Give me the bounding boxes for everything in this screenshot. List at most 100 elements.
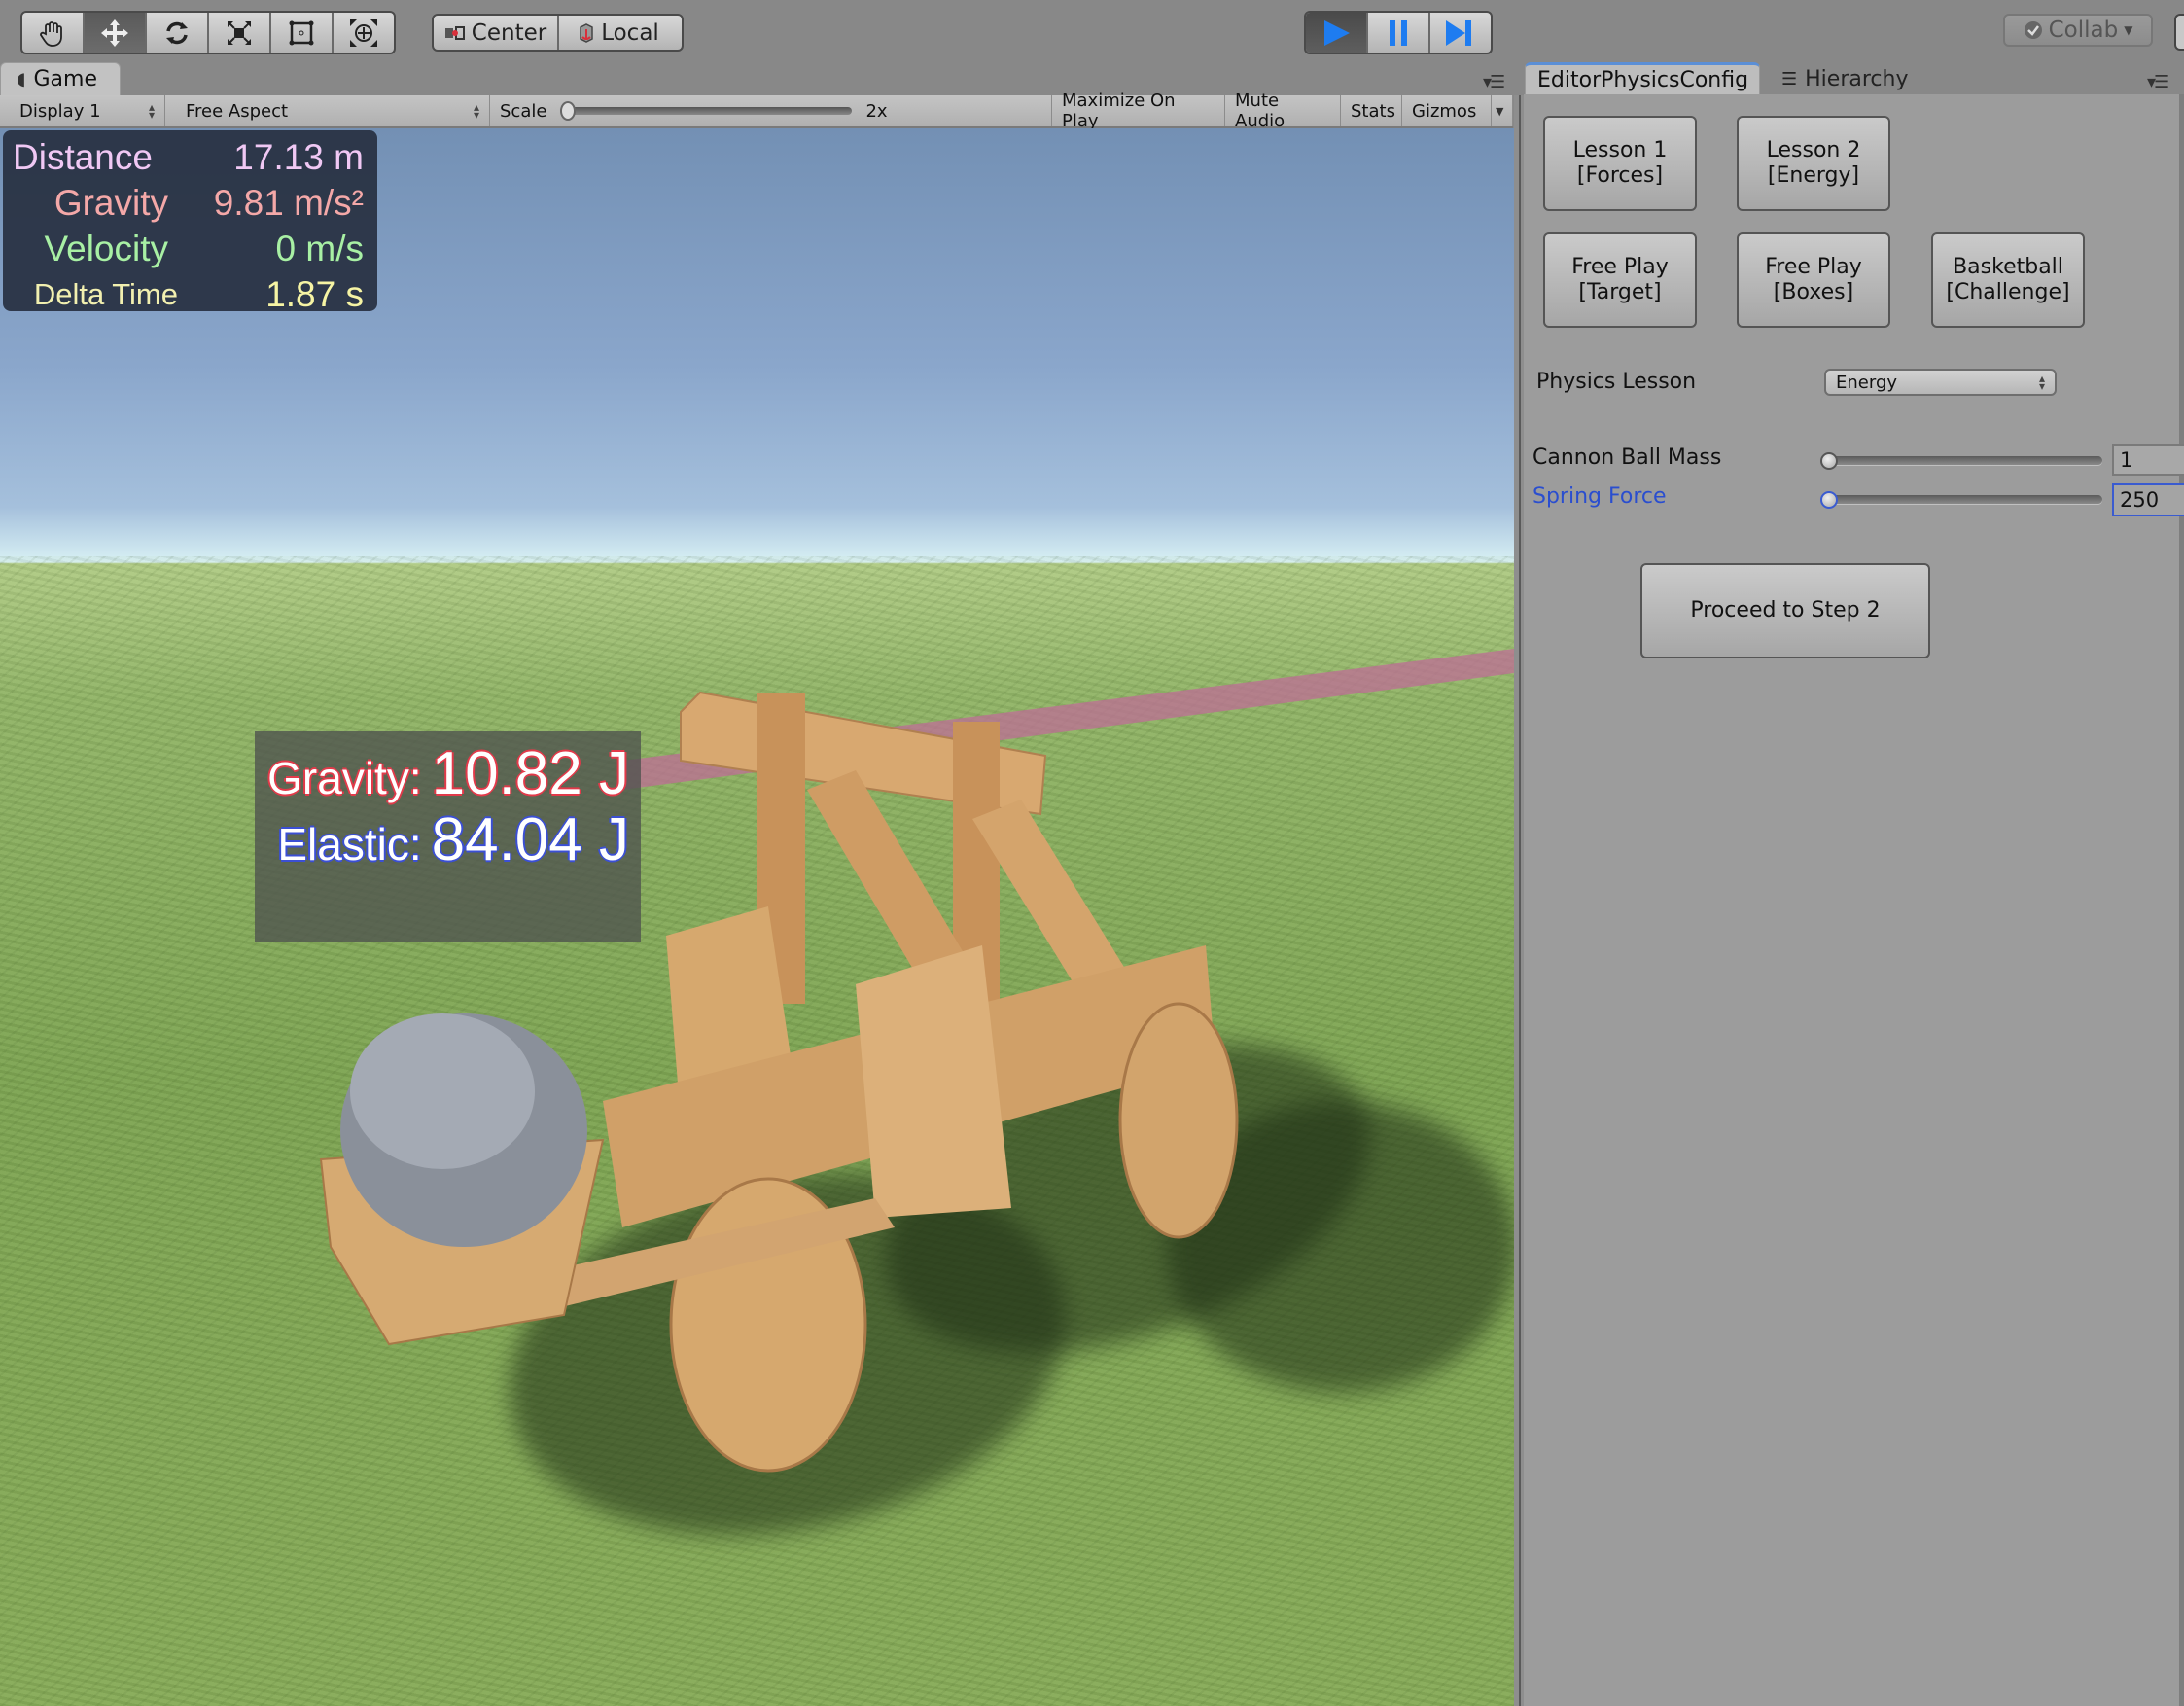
spring-force-slider[interactable] (1824, 495, 2102, 504)
game-view-toolbar: Display 1 ▴ ▾ Free Aspect ▴ ▾ Scale 2x Max… (0, 90, 1513, 131)
inspector-panel-menu-icon[interactable]: ▾☰ (2147, 72, 2169, 92)
updown-icon: ▴ ▾ (148, 100, 155, 122)
play-button[interactable] (1306, 13, 1368, 53)
button-line2: [Challenge] (1946, 280, 2070, 304)
hud-row-distance: Distance 17.13 m (13, 134, 364, 180)
gizmos-toggle[interactable]: Gizmos (1402, 95, 1492, 126)
physics-hud: Distance 17.13 m Gravity 9.81 m/s² Veloc… (3, 130, 377, 314)
button-line1: Free Play (1765, 255, 1862, 279)
collab-label: Collab (2048, 18, 2119, 43)
tab-hierarchy[interactable]: ☰ Hierarchy (1770, 62, 1916, 95)
play-controls (1304, 11, 1493, 54)
updown-icon: ▴ ▾ (473, 100, 479, 122)
physics-lesson-label: Physics Lesson (1536, 370, 1697, 394)
account-button[interactable] (2174, 14, 2184, 51)
cannon-ball-mass-label: Cannon Ball Mass (1532, 445, 1722, 470)
spring-force-value: 250 (2120, 488, 2160, 512)
maximize-on-play-label: Maximize On Play (1062, 90, 1176, 131)
transform-tool-button[interactable] (334, 13, 394, 53)
button-line2: [Boxes] (1773, 280, 1854, 304)
cannon-ball-mass-slider[interactable] (1824, 456, 2102, 465)
stats-toggle[interactable]: Stats (1341, 95, 1402, 126)
game-panel-menu-icon[interactable]: ▾☰ (1483, 72, 1505, 92)
free-play-boxes-button[interactable]: Free Play [Boxes] (1737, 232, 1890, 328)
hud-row-velocity: Velocity 0 m/s (13, 226, 364, 271)
spring-force-field[interactable]: 250 (2112, 483, 2184, 516)
scale-slider-knob[interactable] (560, 101, 577, 121)
aspect-label: Free Aspect (186, 100, 289, 122)
transform-icon (350, 18, 377, 47)
chevron-down-icon: ▼ (2124, 23, 2133, 37)
spring-force-slider-knob[interactable] (1820, 491, 1838, 509)
step-button[interactable] (1430, 13, 1487, 53)
button-line1: Free Play (1571, 255, 1669, 279)
collab-dropdown[interactable]: Collab ▼ (2003, 14, 2153, 47)
gizmos-label: Gizmos (1412, 100, 1477, 122)
button-line2: [Energy] (1767, 163, 1860, 188)
aspect-dropdown[interactable]: Free Aspect ▴ ▾ (176, 95, 490, 126)
rect-transform-icon (289, 20, 314, 45)
cannon-ball-mass-slider-knob[interactable] (1820, 452, 1838, 470)
panel-splitter[interactable] (1514, 95, 1524, 1706)
proceed-to-step-2-button[interactable]: Proceed to Step 2 (1640, 563, 1930, 658)
check-icon (2024, 21, 2042, 39)
gizmos-dropdown-arrow[interactable]: ▼ (1492, 95, 1513, 126)
scale-control: Scale 2x (490, 95, 1052, 126)
tab-editor-physics-config-label: EditorPhysicsConfig (1537, 68, 1749, 92)
gravity-energy-row: Gravity: 10.82 J (255, 739, 641, 807)
pause-icon (1390, 19, 1407, 46)
hud-velocity-value: 0 m/s (275, 228, 364, 268)
button-line1: Lesson 2 (1766, 138, 1861, 162)
cannon-ball-mass-field[interactable]: 1 (2112, 444, 2184, 476)
scale-label: Scale (500, 100, 547, 122)
physics-lesson-dropdown[interactable]: Energy ▴ ▾ (1824, 369, 2057, 396)
rotate-icon (166, 21, 188, 44)
display-label: Display 1 (19, 100, 101, 122)
scale-slider[interactable] (560, 101, 853, 121)
game-viewport[interactable] (0, 128, 1514, 1706)
elastic-energy-label: Elastic: (277, 819, 422, 870)
scale-value: 2x (865, 100, 888, 122)
pivot-local-button[interactable]: Local (559, 16, 678, 50)
basketball-challenge-button[interactable]: Basketball [Challenge] (1931, 232, 2085, 328)
tab-editor-physics-config[interactable]: EditorPhysicsConfig (1525, 62, 1760, 95)
gravity-energy-value: 10.82 J (431, 740, 629, 807)
hud-row-delta-time: Delta Time 1.87 s (13, 271, 364, 317)
scale-tool-button[interactable] (209, 13, 271, 53)
hud-velocity-label: Velocity (44, 228, 168, 268)
stats-label: Stats (1351, 100, 1395, 122)
trajectory-beam (319, 649, 1514, 1473)
energy-panel: Gravity: 10.82 J Elastic: 84.04 J (255, 731, 641, 942)
button-line1: Basketball (1953, 255, 2063, 279)
hud-delta-time-label: Delta Time (33, 276, 178, 311)
mute-audio-label: Mute Audio (1235, 90, 1286, 131)
button-line2: [Forces] (1576, 163, 1664, 188)
elastic-energy-row: Elastic: 84.04 J (255, 805, 641, 873)
tab-hierarchy-label: Hierarchy (1805, 66, 1909, 91)
pause-button[interactable] (1368, 13, 1430, 53)
hud-row-gravity: Gravity 9.81 m/s² (13, 180, 364, 226)
hud-distance-label: Distance (13, 136, 153, 177)
rotate-tool-button[interactable] (147, 13, 209, 53)
physics-lesson-value: Energy (1836, 372, 1898, 393)
move-tool-button[interactable] (85, 13, 147, 53)
pivot-center-button[interactable]: Center (434, 16, 559, 50)
pivot-center-icon (444, 25, 465, 40)
tab-game[interactable]: ◖ Game (0, 62, 121, 95)
pivot-local-label: Local (601, 19, 659, 46)
display-dropdown[interactable]: Display 1 ▴ ▾ (10, 95, 165, 126)
free-play-target-button[interactable]: Free Play [Target] (1543, 232, 1697, 328)
hud-gravity-label: Gravity (53, 182, 168, 223)
play-icon (1324, 19, 1350, 46)
scale-icon (228, 20, 251, 45)
maximize-on-play-toggle[interactable]: Maximize On Play (1052, 90, 1225, 131)
lesson-2-energy-button[interactable]: Lesson 2 [Energy] (1737, 116, 1890, 211)
move-arrows-icon (101, 18, 128, 47)
mute-audio-toggle[interactable]: Mute Audio (1225, 90, 1341, 131)
rect-tool-button[interactable] (271, 13, 334, 53)
hud-distance-value: 17.13 m (233, 136, 364, 177)
lesson-1-forces-button[interactable]: Lesson 1 [Forces] (1543, 116, 1697, 211)
proceed-button-label: Proceed to Step 2 (1690, 598, 1881, 622)
hand-tool-button[interactable] (22, 13, 85, 53)
game-tab-icon: ◖ (17, 69, 26, 89)
